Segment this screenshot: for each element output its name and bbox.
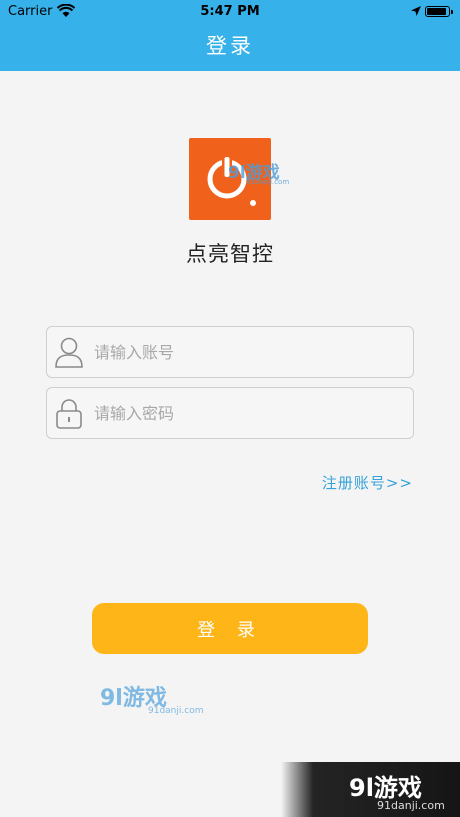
app-name: 点亮智控 <box>186 242 274 266</box>
status-bar: Carrier 5:47 PM <box>0 0 460 24</box>
watermark-logo-sub: 91danji.com <box>246 178 290 186</box>
lock-icon <box>56 399 82 429</box>
location-arrow-icon <box>411 6 421 16</box>
watermark-corner-sub: 91danji.com <box>377 799 445 812</box>
register-link[interactable]: 注册账号>> <box>322 472 413 493</box>
top-bar: Carrier 5:47 PM 登录 <box>0 0 460 71</box>
password-field[interactable] <box>46 387 414 439</box>
battery-icon <box>425 6 453 17</box>
status-time: 5:47 PM <box>200 4 260 19</box>
watermark-small-sub: 91danji.com <box>148 706 204 716</box>
user-icon <box>55 337 83 368</box>
account-field[interactable] <box>46 326 414 378</box>
watermark-corner: 9l游戏 91danji.com <box>281 762 460 817</box>
watermark-corner-text: 9l游戏 <box>349 774 422 802</box>
battery-fill <box>427 8 446 15</box>
page-title: 登录 <box>206 34 254 58</box>
watermark-logo-overlay: 9l游戏 91danji.com <box>228 158 289 186</box>
password-input[interactable] <box>92 388 406 439</box>
account-input[interactable] <box>92 327 406 378</box>
watermark-small: 9l游戏 91danji.com <box>100 680 203 716</box>
login-button[interactable]: 登 录 <box>92 603 368 654</box>
